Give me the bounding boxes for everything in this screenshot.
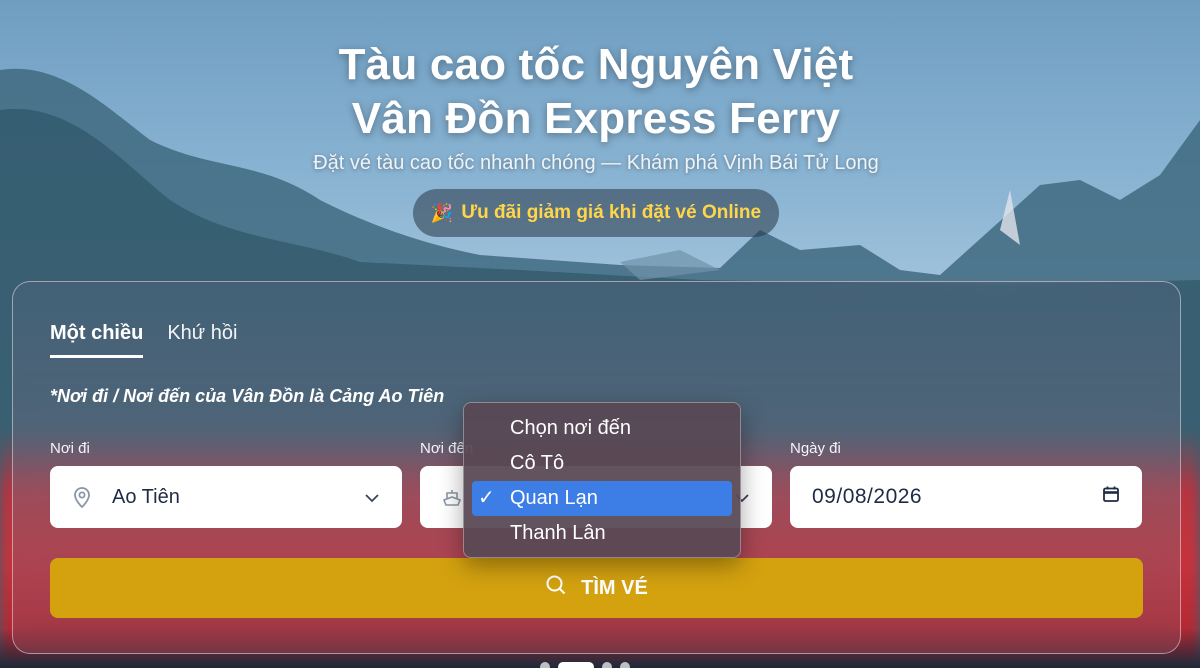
from-value: Ao Tiên <box>112 485 180 508</box>
date-input[interactable]: 09/08/2026 <box>790 466 1142 528</box>
location-pin-icon <box>70 485 94 509</box>
hero-section: Tàu cao tốc Nguyên Việt Vân Đồn Express … <box>0 38 1192 237</box>
dropdown-option-label: Quan Lạn <box>510 487 598 509</box>
carousel-dot[interactable] <box>540 662 550 668</box>
tab-one-way[interactable]: Một chiều <box>50 322 144 358</box>
carousel-dots <box>540 662 630 668</box>
calendar-icon[interactable] <box>1102 485 1120 509</box>
search-button-label: TÌM VÉ <box>581 576 648 599</box>
trip-type-tabs: Một chiều Khứ hồi <box>50 322 237 358</box>
carousel-dot[interactable] <box>602 662 612 668</box>
port-note: *Nơi đi / Nơi đến của Vân Đồn là Cảng Ao… <box>50 386 445 406</box>
dropdown-option-selected[interactable]: ✓ Quan Lạn <box>472 481 732 516</box>
from-label: Nơi đi <box>50 440 90 457</box>
checkmark-icon: ✓ <box>478 487 495 509</box>
from-select[interactable]: Ao Tiên <box>50 466 402 528</box>
chevron-down-icon <box>364 486 380 509</box>
dropdown-option[interactable]: Thanh Lân <box>472 516 732 551</box>
destination-dropdown-menu: Chọn nơi đến Cô Tô ✓ Quan Lạn Thanh Lân <box>463 402 741 558</box>
promo-badge: 🎉 Ưu đãi giảm giá khi đặt vé Online <box>412 189 780 237</box>
page-title: Tàu cao tốc Nguyên Việt Vân Đồn Express … <box>0 38 1192 146</box>
carousel-dot-active[interactable] <box>558 662 594 668</box>
date-value: 09/08/2026 <box>812 485 923 508</box>
ship-icon <box>440 485 464 509</box>
tab-round-trip[interactable]: Khứ hồi <box>167 322 237 358</box>
dropdown-option[interactable]: Cô Tô <box>472 446 732 481</box>
date-label: Ngày đi <box>790 440 841 457</box>
search-button[interactable]: TÌM VÉ <box>50 558 1143 618</box>
dropdown-option[interactable]: Chọn nơi đến <box>472 411 732 446</box>
party-popper-icon: 🎉 <box>430 202 454 223</box>
search-icon <box>545 574 567 602</box>
title-line-1: Tàu cao tốc Nguyên Việt <box>338 40 854 89</box>
hero-subtitle: Đặt vé tàu cao tốc nhanh chóng — Khám ph… <box>313 152 879 174</box>
promo-text: Ưu đãi giảm giá khi đặt vé Online <box>461 202 762 223</box>
carousel-dot[interactable] <box>620 662 630 668</box>
title-line-2: Vân Đồn Express Ferry <box>351 94 841 143</box>
